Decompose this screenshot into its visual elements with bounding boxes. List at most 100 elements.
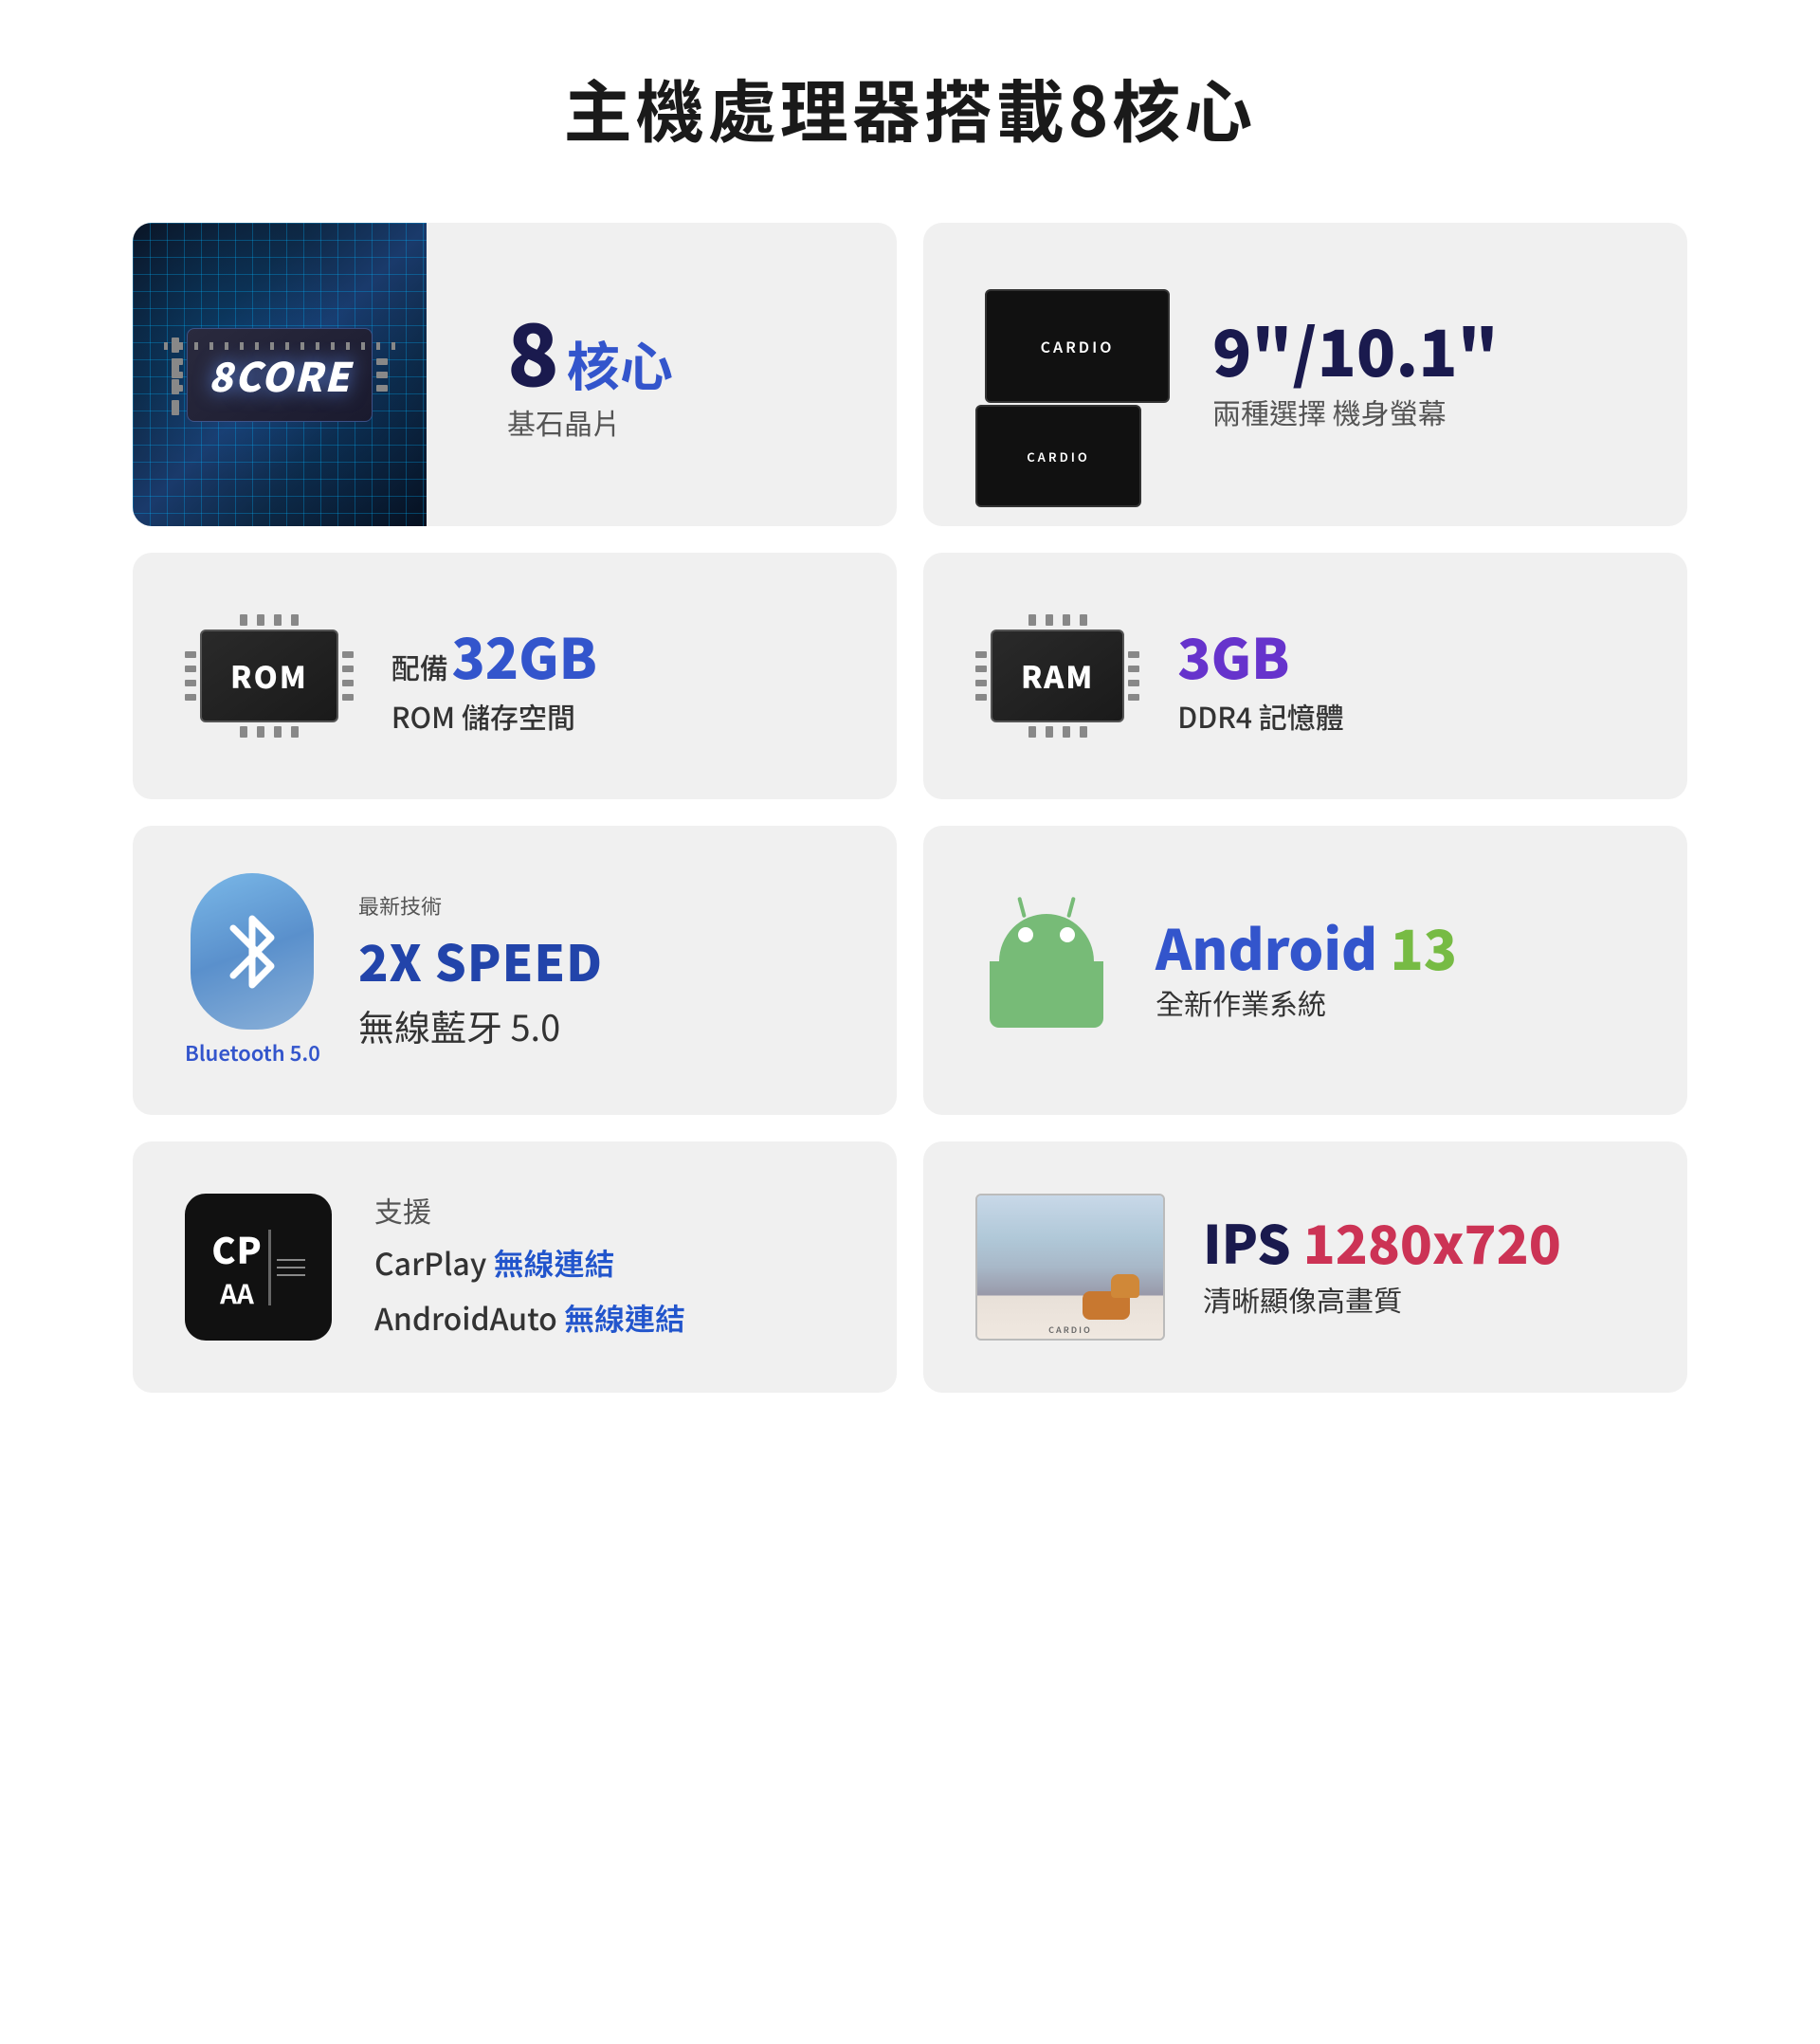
chip-pin-left xyxy=(172,385,183,392)
chip-pin xyxy=(172,383,179,394)
chip-pin-right xyxy=(376,385,388,392)
bluetooth-label: Bluetooth 5.0 xyxy=(185,1037,320,1068)
chip-pin-bottom xyxy=(274,726,282,738)
rom-desc: ROM 儲存空間 xyxy=(391,695,845,738)
chip-pin-top xyxy=(1046,614,1053,626)
core-subtitle: 基石晶片 xyxy=(507,401,673,443)
android-icon xyxy=(975,914,1118,1028)
chip-pin-top xyxy=(291,614,299,626)
ips-title: IPS 1280x720 xyxy=(1203,1215,1635,1268)
rom-chip-box: ROM xyxy=(200,630,338,722)
carplay-info: 支援 CarPlay 無線連結 AndroidAuto 無線連結 xyxy=(374,1189,845,1345)
chip-pin-bottom xyxy=(240,726,247,738)
card-screen: CARDIO CARDIO 9"/10.1" 兩種選擇 機身螢幕 xyxy=(923,223,1687,526)
android-auto-link: 無線連結 xyxy=(564,1296,685,1340)
screen-large: CARDIO xyxy=(985,289,1170,403)
chip-pin-left xyxy=(185,666,196,672)
chip-pin-right xyxy=(342,651,354,658)
core-chip-image: 8CORE xyxy=(133,223,427,526)
chip-pin-bottom xyxy=(1028,726,1036,738)
android-visual xyxy=(975,914,1118,1028)
chip-pin-bottom xyxy=(1080,726,1087,738)
android-auto-line: AndroidAuto 無線連結 xyxy=(374,1291,845,1346)
chip-pin xyxy=(172,362,179,374)
chip-pin-left xyxy=(185,651,196,658)
ips-info: IPS 1280x720 清晰顯像高畫質 xyxy=(1203,1215,1635,1320)
android-head xyxy=(999,914,1094,961)
bluetooth-symbol-icon xyxy=(224,909,281,995)
card-carplay: CP AA 支援 CarPlay 無線連結 AndroidAuto 無線連結 xyxy=(133,1141,897,1393)
chip-pin-left xyxy=(975,694,987,701)
carplay-text: CarPlay xyxy=(374,1241,486,1285)
chip-pin-bottom xyxy=(257,726,264,738)
chip-pin xyxy=(172,341,179,353)
android-auto-text: AndroidAuto xyxy=(374,1296,557,1340)
core-chip-visual: 8CORE xyxy=(172,328,389,422)
rom-chip-icon: ROM xyxy=(185,614,354,738)
chip-pin-left xyxy=(185,694,196,701)
core-chip-label: 8CORE xyxy=(209,346,352,404)
carplay-icon: CP AA xyxy=(185,1194,337,1341)
page-title: 主機處理器搭載8核心 xyxy=(564,57,1256,156)
android-antenna-left xyxy=(1017,896,1027,917)
ram-chip-label: RAM xyxy=(1021,654,1094,698)
card-ips: CARDIO IPS 1280x720 清晰顯像高畫質 xyxy=(923,1141,1687,1393)
chip-pin-right xyxy=(342,666,354,672)
rom-chip-label: ROM xyxy=(230,654,308,698)
chip-pin-right xyxy=(342,680,354,686)
chip-pin-right xyxy=(376,358,388,365)
chip-pin-right xyxy=(1128,694,1139,701)
android-version: Android 13 xyxy=(1156,919,1635,974)
chip-pin xyxy=(172,400,179,411)
core-number-unit: 核心 xyxy=(567,338,673,391)
ips-dog-head xyxy=(1111,1274,1139,1298)
android-antenna-right xyxy=(1066,896,1076,917)
bluetooth-bubble xyxy=(191,873,314,1030)
chip-pin-top xyxy=(240,614,247,626)
ips-title-prefix: IPS xyxy=(1203,1203,1303,1280)
bt-desc: 無線藍牙 5.0 xyxy=(358,999,845,1051)
android-version-text: Android xyxy=(1156,906,1390,986)
bluetooth-info: 最新技術 2X SPEED 無線藍牙 5.0 xyxy=(358,890,845,1051)
card-rom: ROM 配備 32GB ROM 儲存空間 xyxy=(133,553,897,799)
bt-speed-value: 2X SPEED xyxy=(358,924,845,995)
chip-pin-bottom xyxy=(1063,726,1070,738)
chip-pin-left xyxy=(975,666,987,672)
screens-wrapper: CARDIO CARDIO xyxy=(975,289,1184,460)
chip-pin-top xyxy=(1028,614,1036,626)
bt-tech-label: 最新技術 xyxy=(358,890,845,921)
ram-info: 3GB DDR4 記憶體 xyxy=(1177,615,1635,738)
ram-size-value: 3GB xyxy=(1177,615,1635,695)
chip-pin-top xyxy=(274,614,282,626)
rom-size-line: 配備 32GB xyxy=(391,615,845,695)
chip-pin xyxy=(172,379,179,391)
chip-pin-right xyxy=(376,372,388,378)
carplay-box: CP AA xyxy=(185,1194,332,1341)
android-desc: 全新作業系統 xyxy=(1156,981,1635,1023)
android-info: Android 13 全新作業系統 xyxy=(1156,919,1635,1023)
ips-screen-content: CARDIO xyxy=(977,1195,1163,1339)
screen-info: 9"/10.1" 兩種選擇 機身螢幕 xyxy=(1212,317,1635,432)
core-chip-body: 8CORE xyxy=(187,328,373,422)
screen-brand-label-small: CARDIO xyxy=(1027,447,1090,465)
chip-pin-top xyxy=(1063,614,1070,626)
screen-size-text: 9"/10.1" xyxy=(1212,317,1635,381)
card-bluetooth: Bluetooth 5.0 最新技術 2X SPEED 無線藍牙 5.0 xyxy=(133,826,897,1115)
chip-pin-top xyxy=(257,614,264,626)
chip-pin-bottom xyxy=(1046,726,1053,738)
ips-brand-label: CARDIO xyxy=(1048,1323,1092,1336)
carplay-line: CarPlay 無線連結 xyxy=(374,1236,845,1291)
core-number: 8 核心 xyxy=(507,306,673,392)
chip-outer: 8CORE xyxy=(172,328,389,422)
ram-desc: DDR4 記憶體 xyxy=(1177,695,1635,738)
ips-dog-visual xyxy=(1078,1272,1144,1324)
chip-pin-left xyxy=(975,680,987,686)
chip-pin-left xyxy=(172,372,183,378)
chip-pin-top xyxy=(1080,614,1087,626)
card-ram: RAM 3GB DDR4 記憶體 xyxy=(923,553,1687,799)
ips-screen-visual: CARDIO xyxy=(975,1194,1165,1341)
chip-pin xyxy=(172,404,179,415)
ips-resolution: 1280x720 xyxy=(1303,1203,1561,1280)
chip-pin-left xyxy=(172,358,183,365)
ram-chip-box: RAM xyxy=(991,630,1124,722)
